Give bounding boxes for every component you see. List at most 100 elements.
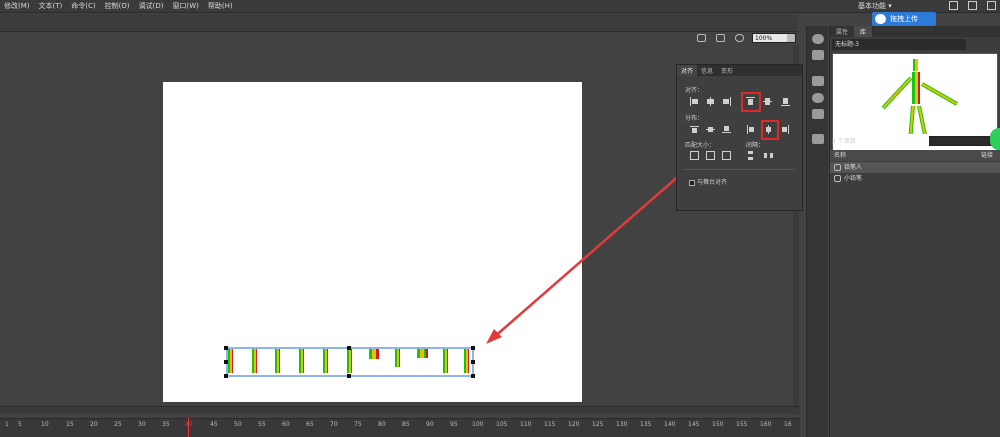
distribute-vcenter-icon[interactable] <box>706 125 715 134</box>
frame-tick: 20 <box>90 421 98 428</box>
frame-tick: 15 <box>66 421 74 428</box>
library-item[interactable]: 小铅笔 <box>830 173 1000 184</box>
pencil-man-preview <box>881 59 958 134</box>
frame-tick: 145 <box>688 421 700 428</box>
column-link[interactable]: 链接 <box>981 150 993 161</box>
align-right-icon[interactable] <box>722 97 731 106</box>
library-tabs: 属性 库 <box>830 26 1000 37</box>
highlight-box <box>741 92 761 112</box>
frame-tick: 80 <box>378 421 386 428</box>
menu-modify[interactable]: 修改(M) <box>4 1 30 11</box>
edit-scene-icon[interactable] <box>697 34 706 42</box>
menu-bar: 修改(M) 文本(T) 命令(C) 控制(O) 调试(D) 窗口(W) 帮助(H… <box>0 0 1000 13</box>
frame-tick: 155 <box>736 421 748 428</box>
playhead[interactable] <box>188 418 189 437</box>
distribute-top-icon[interactable] <box>690 125 699 134</box>
menu-control[interactable]: 控制(O) <box>105 1 130 11</box>
tab-info[interactable]: 信息 <box>697 65 717 76</box>
spacing-label: 间隔： <box>746 142 765 149</box>
workspace-label: 基本功能 <box>858 2 886 10</box>
library-panel: 属性 库 无标题-3 2 个项目 名称 链接 铅笔人 小铅笔 <box>829 26 1000 437</box>
tab-transform[interactable]: 变形 <box>717 65 737 76</box>
space-vertical-icon[interactable] <box>746 151 755 160</box>
frame-tick: 30 <box>138 421 146 428</box>
assistant-badge[interactable] <box>990 128 1000 150</box>
frame-tick: 50 <box>234 421 242 428</box>
distribute-right-icon[interactable] <box>781 125 790 134</box>
match-width-icon[interactable] <box>690 151 699 160</box>
frame-tick: 95 <box>450 421 458 428</box>
frame-tick: 135 <box>640 421 652 428</box>
library-document-select[interactable]: 无标题-3 <box>832 39 966 50</box>
menu-debug[interactable]: 调试(D) <box>139 1 164 11</box>
align-panel-tabs: 对齐 信息 变形 <box>677 65 802 76</box>
frame-tick: 70 <box>330 421 338 428</box>
tab-properties[interactable]: 属性 <box>830 26 854 37</box>
align-hcenter-icon[interactable] <box>706 97 715 106</box>
align-bottom-icon[interactable] <box>781 97 790 106</box>
match-size-label: 匹配大小： <box>685 142 716 149</box>
minimize-icon[interactable] <box>949 1 958 10</box>
zoom-select[interactable]: 100% <box>752 33 796 43</box>
menu-text[interactable]: 文本(T) <box>39 1 63 11</box>
tab-library[interactable]: 库 <box>854 26 873 37</box>
distribute-left-icon[interactable] <box>746 125 755 134</box>
frame-tick: 5 <box>18 421 22 428</box>
align-panel: 对齐 信息 变形 对齐： 分布： 匹配大小： 间隔： 与舞台对齐 <box>676 64 803 211</box>
column-name[interactable]: 名称 <box>834 152 846 159</box>
frame-tick: 160 <box>760 421 772 428</box>
chevron-down-icon <box>787 34 795 42</box>
align-vcenter-icon[interactable] <box>763 97 772 106</box>
horizontal-scrollbar[interactable] <box>0 406 800 414</box>
transform-icon[interactable] <box>812 109 824 119</box>
library-item-label: 铅笔人 <box>844 164 863 171</box>
menu-commands[interactable]: 命令(C) <box>71 1 95 11</box>
frame-tick: 45 <box>210 421 218 428</box>
edit-symbol-icon[interactable] <box>716 34 725 42</box>
library-column-header: 名称 链接 <box>830 150 1000 161</box>
highlight-box <box>761 120 779 140</box>
frame-tick: 120 <box>568 421 580 428</box>
library-item-count: 2 个项目 <box>832 138 856 145</box>
cloud-upload-button[interactable]: 拖拽上传 <box>872 12 936 26</box>
frame-tick: 110 <box>520 421 532 428</box>
frame-tick: 100 <box>472 421 484 428</box>
library-item-label: 小铅笔 <box>844 175 863 182</box>
components-icon[interactable] <box>812 134 824 144</box>
library-item[interactable]: 铅笔人 <box>830 162 1000 173</box>
timeline-ruler[interactable]: 1 5 10 15 20 25 30 35 40 45 50 55 60 65 … <box>0 418 800 437</box>
workspace-switcher[interactable]: 基本功能 ▾ <box>858 1 892 11</box>
frame-tick: 90 <box>426 421 434 428</box>
match-height-icon[interactable] <box>706 151 715 160</box>
frame-tick: 16 <box>784 421 792 428</box>
movieclip-icon <box>834 164 841 171</box>
menu-window[interactable]: 窗口(W) <box>172 1 198 11</box>
cloud-icon <box>875 14 886 24</box>
align-to-stage-checkbox[interactable]: 与舞台对齐 <box>689 177 727 186</box>
align-section-label: 对齐： <box>685 87 704 94</box>
distribute-bottom-icon[interactable] <box>722 125 731 134</box>
info-icon[interactable] <box>812 93 824 103</box>
color-panel-icon[interactable] <box>812 34 824 44</box>
menu-help[interactable]: 帮助(H) <box>208 1 233 11</box>
center-stage-icon[interactable] <box>735 34 744 42</box>
frame-tick: 85 <box>402 421 410 428</box>
document-toolbar <box>0 14 798 32</box>
library-search-input[interactable] <box>929 136 993 146</box>
space-horizontal-icon[interactable] <box>764 151 773 160</box>
frame-tick: 35 <box>162 421 170 428</box>
stage-canvas[interactable] <box>163 82 582 402</box>
close-icon[interactable] <box>987 1 996 10</box>
movieclip-icon <box>834 175 841 182</box>
library-document-name: 无标题-3 <box>835 41 859 48</box>
swatches-icon[interactable] <box>812 50 824 60</box>
tab-align[interactable]: 对齐 <box>677 65 698 76</box>
match-size-icon[interactable] <box>722 151 731 160</box>
maximize-icon[interactable] <box>968 1 977 10</box>
align-panel-icon[interactable] <box>812 76 824 86</box>
align-left-icon[interactable] <box>690 97 699 106</box>
frame-tick: 65 <box>306 421 314 428</box>
cloud-upload-label: 拖拽上传 <box>890 15 918 23</box>
frame-tick: 105 <box>496 421 508 428</box>
frame-tick: 10 <box>41 421 49 428</box>
